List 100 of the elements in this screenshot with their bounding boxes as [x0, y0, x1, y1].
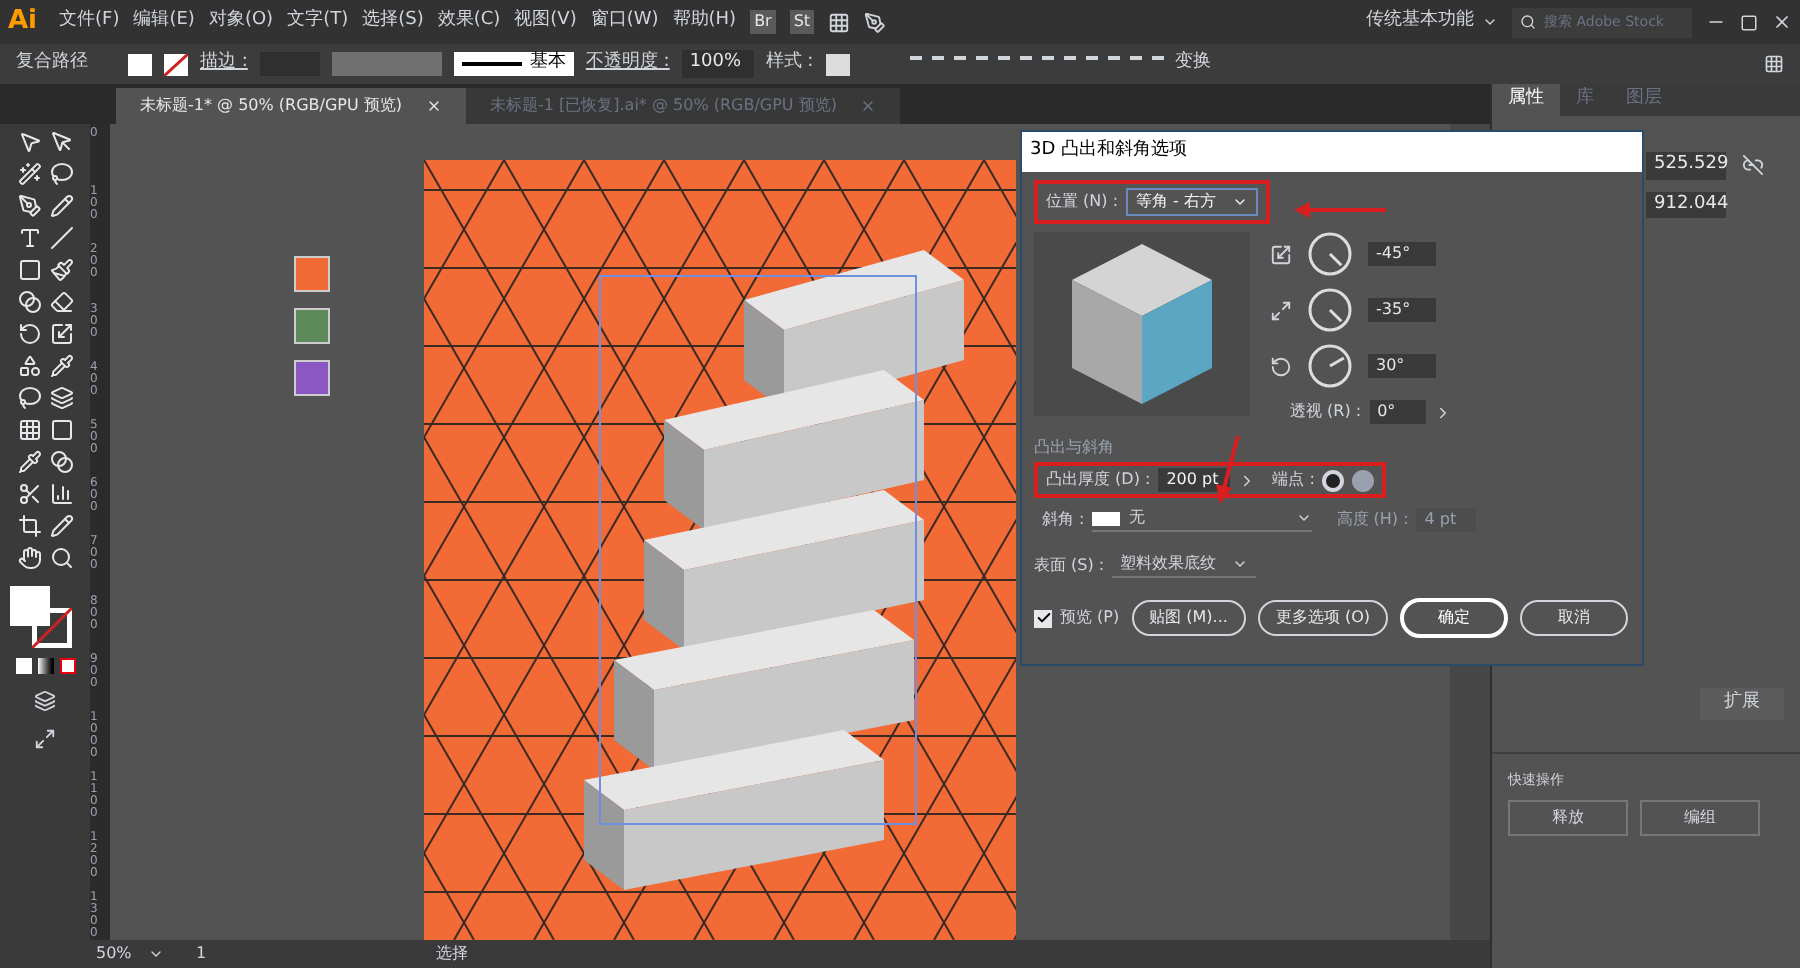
close-icon[interactable] [1772, 12, 1792, 32]
layers-icon[interactable] [49, 386, 73, 410]
blend-icon[interactable] [49, 450, 73, 474]
surface-dropdown[interactable]: 塑料效果底纹 [1112, 552, 1257, 578]
cap-off-button[interactable] [1352, 469, 1375, 491]
brush-icon[interactable] [49, 258, 73, 282]
quick-action-button[interactable]: 释放 [1508, 800, 1628, 836]
rotation-dial[interactable] [1308, 232, 1352, 276]
rectangle-icon[interactable] [17, 258, 41, 282]
scissors-icon[interactable] [17, 482, 41, 506]
color-mode-icon[interactable] [15, 658, 31, 674]
preview-checkbox[interactable] [1034, 609, 1052, 627]
pencil-icon[interactable] [49, 194, 73, 218]
transform-link[interactable]: 变换 [1175, 50, 1212, 78]
fill-swatch[interactable] [128, 53, 152, 75]
gradient-mode-icon[interactable] [37, 658, 53, 674]
chevron-down-icon [1296, 510, 1313, 526]
pencil-icon[interactable] [49, 514, 73, 538]
color-swatch[interactable] [294, 360, 330, 396]
screen-mode-icon[interactable] [34, 728, 56, 750]
eyedropper-icon[interactable] [17, 450, 41, 474]
quick-action-button[interactable]: 编组 [1640, 800, 1760, 836]
pen-icon[interactable] [17, 194, 41, 218]
stroke-none-icon[interactable] [164, 53, 188, 75]
depth-field[interactable]: 200 pt [1158, 468, 1231, 492]
draw-mode-icon[interactable] [34, 690, 56, 712]
dialog-button[interactable]: 贴图 (M)... [1131, 600, 1246, 636]
rotate-icon[interactable] [17, 322, 41, 346]
field-label: 表面 (S) : [1034, 553, 1105, 577]
variable-width-field[interactable] [331, 52, 442, 76]
eraser-icon[interactable] [49, 290, 73, 314]
dialog-button[interactable]: 确定 [1400, 598, 1509, 638]
grid-icon[interactable] [1764, 54, 1784, 74]
bevel-dropdown[interactable]: 无 [1092, 506, 1313, 532]
close-icon[interactable] [426, 98, 442, 114]
menu-item[interactable]: 窗口(W) [590, 8, 659, 36]
opacity-field[interactable]: 100% [681, 50, 754, 78]
selection-arrow-icon[interactable] [17, 130, 41, 154]
style-swatch[interactable] [825, 53, 850, 75]
position-dropdown[interactable]: 等角 - 右方 [1126, 188, 1258, 216]
menu-item[interactable]: 帮助(H) [672, 8, 737, 36]
app-launch-button[interactable]: St [789, 10, 815, 34]
menu-item[interactable]: 选择(S) [362, 8, 424, 36]
menu-item[interactable]: 视图(V) [514, 8, 577, 36]
blob-icon[interactable] [17, 290, 41, 314]
cap-on-button[interactable] [1322, 469, 1345, 491]
dialog-button[interactable]: 更多选项 (O) [1257, 600, 1389, 636]
maximize-icon[interactable] [1740, 13, 1758, 31]
bar-chart-icon[interactable] [49, 482, 73, 506]
type-icon[interactable] [17, 226, 41, 250]
unlink-icon[interactable] [1742, 154, 1764, 177]
stroke-color-swatch[interactable] [31, 608, 71, 648]
perspective-field[interactable]: 0° [1369, 400, 1426, 424]
lasso-icon[interactable] [49, 162, 73, 186]
none-mode-icon[interactable] [59, 658, 75, 674]
crop-icon[interactable] [17, 514, 41, 538]
color-swatch[interactable] [294, 256, 330, 292]
shapes-icon[interactable] [17, 354, 41, 378]
chevron-down-icon [147, 946, 164, 962]
arrow-icon[interactable] [49, 130, 73, 154]
menu-item[interactable]: 文件(F) [59, 8, 120, 36]
menu-item[interactable]: 文字(T) [287, 8, 349, 36]
stroke-label: 描边 : [200, 50, 248, 77]
scale-icon[interactable] [49, 322, 73, 346]
width-field[interactable]: 525.529 [1646, 152, 1726, 179]
zoom-field[interactable]: 50% [96, 942, 176, 966]
rotation-dial[interactable] [1308, 344, 1352, 388]
zoom-icon[interactable] [49, 546, 73, 570]
document-tab[interactable]: 未标题-1* @ 50% (RGB/GPU 预览) [116, 88, 466, 124]
checkbox-label: 预览 (P) [1060, 606, 1120, 630]
menu-item[interactable]: 对象(O) [208, 8, 274, 36]
fill-color-swatch[interactable] [9, 586, 49, 626]
angle-field[interactable]: 30° [1368, 354, 1436, 378]
chevron-down-icon [1232, 556, 1249, 572]
panel-tab[interactable]: 属性 [1492, 84, 1560, 116]
angle-field[interactable]: -45° [1368, 242, 1436, 266]
height-field: 4 pt [1416, 507, 1477, 531]
artboard-field[interactable]: 1 [196, 942, 276, 966]
workspace-switcher[interactable]: 传统基本功能 [1366, 8, 1498, 36]
axis-icon [1270, 243, 1292, 265]
menu-item[interactable]: 编辑(E) [133, 8, 195, 36]
line-icon[interactable] [49, 226, 73, 250]
height-field[interactable]: 912.044 [1646, 191, 1726, 218]
app-launch-button[interactable]: Br [750, 10, 776, 34]
dialog-button[interactable]: 取消 [1520, 600, 1629, 636]
wand-icon[interactable] [17, 162, 41, 186]
color-swatch[interactable] [294, 308, 330, 344]
angle-field[interactable]: -35° [1368, 298, 1436, 322]
search-icon [1520, 14, 1536, 30]
rotation-dial[interactable] [1308, 288, 1352, 332]
axis-icon [1270, 299, 1292, 321]
hand-icon[interactable] [17, 546, 41, 570]
section-title: 凸出与斜角 [1034, 436, 1116, 460]
chevron-down-icon [1232, 194, 1248, 210]
menu-item[interactable]: 效果(C) [437, 8, 501, 36]
grid-icon[interactable] [17, 418, 41, 442]
layout-icon[interactable] [828, 11, 851, 33]
app-logo: Ai [8, 4, 38, 41]
lasso-icon[interactable] [17, 386, 41, 410]
brush-field[interactable]: 基本 [453, 52, 574, 76]
